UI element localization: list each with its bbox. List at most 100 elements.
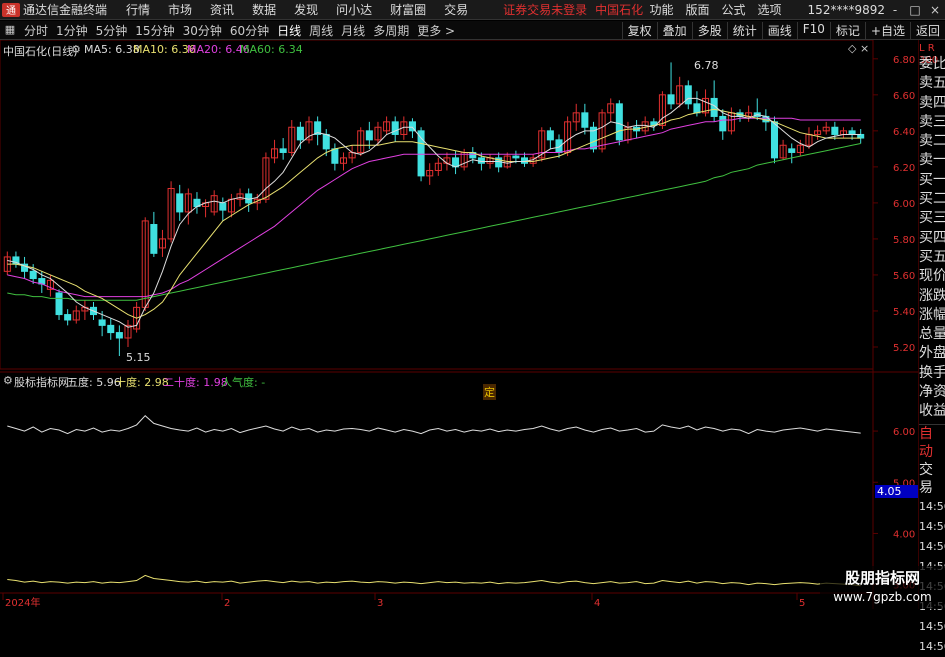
time-axis: 2024年 2 3 4 5 — [2, 593, 805, 609]
menu-market[interactable]: 市场 — [159, 1, 201, 18]
candle-body — [719, 115, 727, 132]
tick-time: 14:56 — [919, 519, 945, 533]
close-icon[interactable]: × — [925, 3, 945, 17]
menu-formula[interactable]: 公式 — [716, 1, 752, 18]
menu-function[interactable]: 功能 — [643, 1, 679, 18]
candle-body — [322, 133, 330, 150]
sidebar-item: 外盘 — [919, 345, 945, 362]
sidebar-item: 收益 — [919, 403, 945, 420]
menu-news[interactable]: 资讯 — [201, 1, 243, 18]
candle-body — [365, 130, 373, 141]
menu-wealth[interactable]: 财富圈 — [381, 1, 435, 18]
menu-discover[interactable]: 发现 — [285, 1, 327, 18]
watermark-title: 股朋指标网 — [844, 569, 920, 587]
chart-close-icon[interactable]: ◇ × — [848, 42, 869, 55]
ma20-line — [7, 117, 861, 298]
sub-tick-label: 4.00 — [893, 529, 915, 540]
minimize-icon[interactable]: - — [885, 3, 905, 17]
user-account[interactable]: 152****9892 — [808, 3, 885, 17]
sidebar-header: L R 300 — [919, 43, 939, 66]
auto-trade[interactable]: 自动 交易 — [919, 423, 945, 497]
period-daily[interactable]: 日线 — [273, 22, 305, 39]
candle-body — [770, 121, 779, 159]
mark-button[interactable]: 标记 — [829, 21, 865, 39]
f10-button[interactable]: F10 — [796, 21, 830, 39]
price-tick-label: 5.60 — [893, 271, 915, 282]
price-tick-label: 5.40 — [893, 307, 915, 318]
auto-trade-line1[interactable]: 自动 — [919, 425, 945, 461]
period-15min[interactable]: 15分钟 — [131, 22, 178, 39]
menu-ask[interactable]: 问小达 — [327, 1, 381, 18]
sub-popularity: 人气度: - — [221, 376, 266, 389]
ding-marker[interactable]: 定 — [483, 384, 496, 400]
candle-body — [64, 314, 72, 321]
period-1min[interactable]: 1分钟 — [52, 22, 92, 39]
tick-time: 14:56 — [919, 539, 945, 553]
trade-status[interactable]: 证券交易未登录 — [503, 1, 587, 18]
period-multi[interactable]: 多周期 — [369, 22, 413, 39]
tick-time: 14:56 — [919, 619, 945, 633]
candle-body — [219, 202, 227, 211]
time-tick-label: 2024年 — [5, 596, 40, 609]
sub-indicator-name: 股标指标网 — [14, 376, 69, 389]
sidebar-item: 涨跌 — [919, 287, 945, 304]
menu-trade[interactable]: 交易 — [435, 1, 477, 18]
period-more[interactable]: 更多 > — [413, 22, 459, 39]
current-stock: 中国石化 — [595, 3, 644, 17]
sidebar-item: 涨幅 — [919, 306, 945, 323]
menu-data[interactable]: 数据 — [243, 1, 285, 18]
time-tick-label: 4 — [594, 598, 600, 609]
app-title: 通达信金融终端 — [23, 3, 108, 17]
period-weekly[interactable]: 周线 — [305, 22, 337, 39]
ma5-line — [7, 97, 861, 328]
multi-stock-button[interactable]: 多股 — [691, 21, 727, 39]
auto-trade-line2[interactable]: 交易 — [919, 461, 945, 497]
price-tick-label: 6.00 — [893, 199, 915, 210]
period-5min[interactable]: 5分钟 — [92, 22, 132, 39]
add-watchlist-button[interactable]: +自选 — [864, 21, 910, 39]
sub-settings-icon[interactable]: ⚙ — [3, 374, 13, 387]
period-monthly[interactable]: 月线 — [337, 22, 369, 39]
price-tick-label: 6.80 — [893, 55, 915, 66]
period-60min[interactable]: 60分钟 — [226, 22, 273, 39]
menu-quotes[interactable]: 行情 — [117, 1, 159, 18]
period-intraday[interactable]: 分时 — [20, 22, 52, 39]
menu-bar: 通 通达信金融终端 行情 市场 资讯 数据 发现 问小达 财富圈 交易 证券交易… — [0, 0, 945, 20]
menu-options[interactable]: 选项 — [752, 1, 788, 18]
candle-body — [176, 193, 184, 213]
five-degree-line — [7, 415, 861, 435]
candlesticks — [3, 62, 865, 356]
sidebar-item: 买五 — [919, 248, 945, 265]
candle-body — [29, 270, 37, 280]
candle-body — [115, 332, 123, 339]
sidebar-item: 总量 — [919, 326, 945, 343]
price-tick-label: 6.20 — [893, 163, 915, 174]
draw-line-button[interactable]: 画线 — [761, 21, 797, 39]
price-tick-label: 6.60 — [893, 91, 915, 102]
maximize-icon[interactable]: □ — [905, 3, 925, 17]
sidebar-item: 现价 — [919, 268, 945, 285]
settings-icon[interactable]: ⚙ — [71, 43, 81, 56]
candle-body — [98, 319, 106, 326]
candle-body — [693, 103, 701, 114]
candle-body — [150, 224, 158, 254]
stats-button[interactable]: 统计 — [726, 21, 762, 39]
candle-body — [581, 112, 589, 128]
period-30min[interactable]: 30分钟 — [179, 22, 226, 39]
sidebar-item: 卖一 — [919, 152, 945, 169]
tick-time: 14:56 — [919, 499, 945, 513]
chart-area[interactable]: 6.80 6.60 6.40 6.20 6.00 5.80 5.60 5.40 5.20 6.0… — [0, 39, 918, 638]
candle-body — [555, 139, 563, 153]
low-annotation: 5.15 — [126, 351, 151, 364]
candle-body — [667, 94, 675, 105]
sub-twenty-degree: 二十度: 1.98 — [163, 376, 228, 389]
back-button[interactable]: 返回 — [909, 21, 945, 39]
main-pane-border — [0, 39, 874, 370]
overlay-button[interactable]: 叠加 — [656, 21, 692, 39]
menu-layout[interactable]: 版面 — [680, 1, 716, 18]
kline-chart[interactable]: 6.80 6.60 6.40 6.20 6.00 5.80 5.60 5.40 5.20 6.0… — [0, 39, 918, 638]
layout-icon[interactable]: ▦ — [3, 23, 17, 37]
tick-time: 14:56 — [919, 639, 945, 653]
adjust-button[interactable]: 复权 — [621, 21, 657, 39]
sidebar-item: 净资 — [919, 384, 945, 401]
